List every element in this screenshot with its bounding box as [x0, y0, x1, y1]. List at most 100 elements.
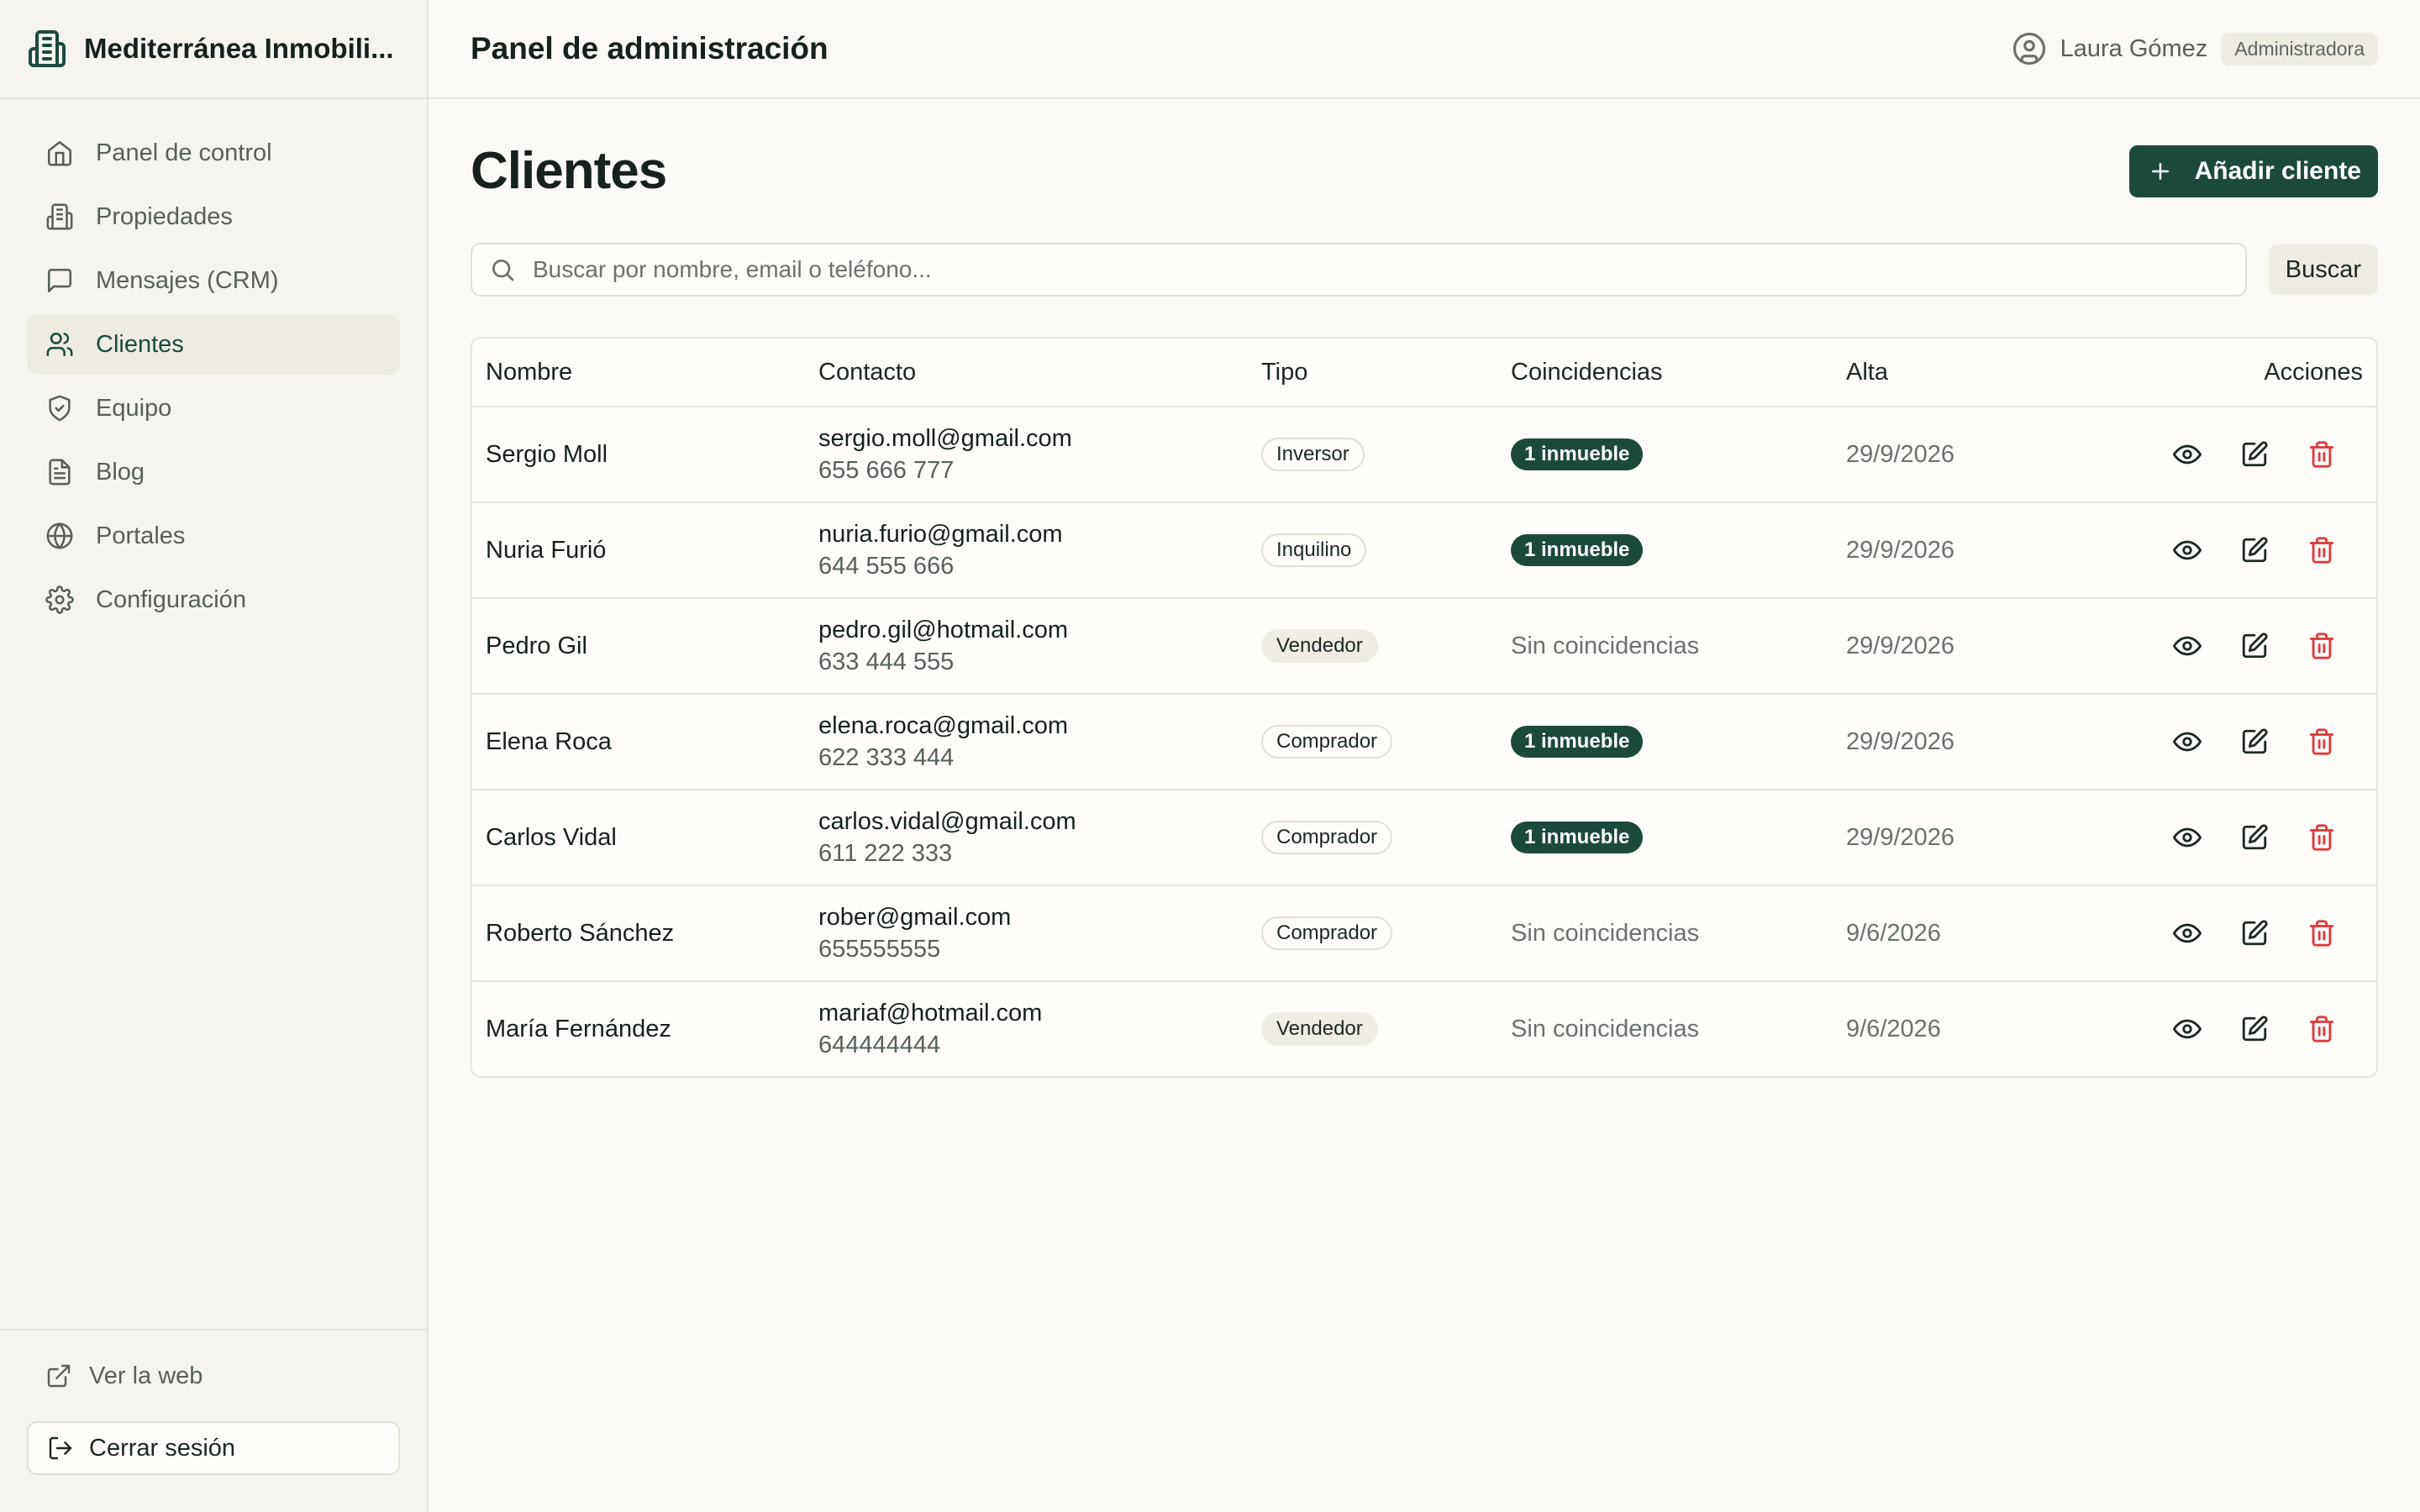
table-row: María Fernández mariaf@hotmail.com 64444… [472, 981, 2376, 1076]
client-date: 9/6/2026 [1846, 1015, 1941, 1042]
view-icon[interactable] [2173, 823, 2202, 852]
sidebar-item-label: Mensajes (CRM) [96, 266, 279, 294]
top-header: Panel de administración Laura Gómez Admi… [429, 0, 2420, 99]
view-icon[interactable] [2173, 919, 2202, 948]
client-name: Roberto Sánchez [472, 885, 805, 982]
client-email: sergio.moll@gmail.com [818, 425, 1072, 452]
sidebar-item-label: Panel de control [96, 139, 272, 166]
client-phone: 611 222 333 [818, 840, 953, 867]
client-name: Pedro Gil [472, 598, 805, 695]
view-icon[interactable] [2173, 632, 2202, 660]
view-site-link[interactable]: Ver la web [27, 1354, 400, 1398]
view-icon[interactable] [2173, 1015, 2202, 1043]
client-type-badge: Vendedor [1261, 629, 1378, 663]
delete-icon[interactable] [2307, 727, 2336, 756]
delete-icon[interactable] [2307, 536, 2336, 564]
client-contact: mariaf@hotmail.com 644444444 [805, 981, 1248, 1076]
table-row: Roberto Sánchez rober@gmail.com 65555555… [472, 885, 2376, 982]
row-actions [2108, 632, 2363, 660]
shield-icon [45, 394, 74, 423]
edit-icon[interactable] [2240, 536, 2269, 564]
client-phone: 633 444 555 [818, 648, 955, 675]
client-date: 29/9/2026 [1833, 598, 2095, 695]
delete-icon[interactable] [2307, 1015, 2336, 1043]
sidebar-item-portales[interactable]: Portales [27, 506, 400, 566]
edit-icon[interactable] [2240, 632, 2269, 660]
sidebar-item-clientes[interactable]: Clientes [27, 314, 400, 375]
search-row: Buscar [471, 243, 2378, 297]
client-email: elena.roca@gmail.com [818, 712, 1069, 739]
add-client-label: Añadir cliente [2194, 156, 2361, 185]
document-icon [45, 458, 74, 486]
external-link-icon [45, 1362, 72, 1389]
client-email: nuria.furio@gmail.com [818, 521, 1063, 548]
edit-icon[interactable] [2240, 919, 2269, 948]
logout-label: Cerrar sesión [89, 1434, 236, 1462]
search-input[interactable] [531, 255, 2245, 284]
sidebar-item-propiedades[interactable]: Propiedades [27, 186, 400, 247]
sidebar-item-panel-de-control[interactable]: Panel de control [27, 123, 400, 183]
match-badge: 1 inmueble [1511, 534, 1644, 566]
table-row: Pedro Gil pedro.gil@hotmail.com 633 444 … [472, 598, 2376, 695]
client-type-badge: Inquilino [1261, 533, 1367, 567]
column-header-coincidencias: Coincidencias [1497, 339, 1833, 407]
match-badge: 1 inmueble [1511, 726, 1644, 758]
client-phone: 622 333 444 [818, 744, 955, 771]
sidebar-item-equipo[interactable]: Equipo [27, 378, 400, 438]
search-box [471, 243, 2247, 297]
sidebar-item-mensajes[interactable]: Mensajes (CRM) [27, 250, 400, 311]
client-email: carlos.vidal@gmail.com [818, 808, 1076, 835]
delete-icon[interactable] [2307, 823, 2336, 852]
client-contact: rober@gmail.com 655555555 [805, 885, 1248, 982]
brand-name: Mediterránea Inmobili... [84, 33, 394, 64]
delete-icon[interactable] [2307, 632, 2336, 660]
sidebar-item-label: Clientes [96, 330, 184, 358]
row-actions [2108, 919, 2363, 948]
view-icon[interactable] [2173, 727, 2202, 756]
logout-button[interactable]: Cerrar sesión [27, 1421, 400, 1475]
client-contact: elena.roca@gmail.com 622 333 444 [805, 694, 1248, 790]
main-content: Clientes Añadir cliente Buscar por nombr… [471, 99, 2378, 1078]
delete-icon[interactable] [2307, 440, 2336, 469]
edit-icon[interactable] [2240, 727, 2269, 756]
globe-icon [45, 522, 74, 550]
view-icon[interactable] [2173, 440, 2202, 469]
sidebar-item-label: Equipo [96, 394, 172, 422]
client-phone: 655555555 [818, 936, 941, 963]
client-type-badge: Comprador [1261, 725, 1393, 759]
title-row: Clientes Añadir cliente [471, 141, 2378, 201]
client-name: Carlos Vidal [472, 790, 805, 886]
column-header-nombre: Nombre [472, 339, 805, 407]
search-button[interactable]: Buscar [2268, 244, 2378, 295]
column-header-contacto: Contacto [805, 339, 1248, 407]
client-name: Nuria Furió [472, 502, 805, 599]
client-date: 9/6/2026 [1833, 885, 2095, 982]
brand[interactable]: Mediterránea Inmobili... [0, 0, 427, 99]
client-type-badge: Comprador [1261, 821, 1393, 854]
edit-icon[interactable] [2240, 440, 2269, 469]
table-header-row: Nombre Contacto Tipo Coincidencias Alta … [472, 339, 2376, 407]
client-name: Elena Roca [472, 694, 805, 790]
client-phone: 644444444 [818, 1032, 941, 1058]
client-date: 29/9/2026 [1833, 502, 2095, 599]
delete-icon[interactable] [2307, 919, 2336, 948]
client-name: Sergio Moll [472, 407, 805, 503]
sidebar-footer: Ver la web Cerrar sesión [0, 1329, 427, 1512]
no-match-text: Sin coincidencias [1511, 1015, 1700, 1042]
table-row: Elena Roca elena.roca@gmail.com 622 333 … [472, 694, 2376, 790]
sidebar-item-configuracion[interactable]: Configuración [27, 570, 400, 630]
sidebar-item-label: Propiedades [96, 202, 233, 230]
sidebar: Mediterránea Inmobili... Panel de contro… [0, 0, 429, 1512]
sidebar-item-label: Configuración [96, 585, 246, 613]
role-badge: Administradora [2221, 32, 2378, 66]
edit-icon[interactable] [2240, 823, 2269, 852]
sidebar-item-blog[interactable]: Blog [27, 442, 400, 502]
edit-icon[interactable] [2240, 1015, 2269, 1043]
row-actions [2108, 440, 2363, 469]
client-date: 29/9/2026 [1833, 694, 2095, 790]
add-client-button[interactable]: Añadir cliente [2128, 144, 2378, 197]
view-icon[interactable] [2173, 536, 2202, 564]
header-title: Panel de administración [471, 31, 829, 66]
user-menu[interactable]: Laura Gómez Administradora [2012, 31, 2378, 66]
message-icon [45, 266, 74, 295]
